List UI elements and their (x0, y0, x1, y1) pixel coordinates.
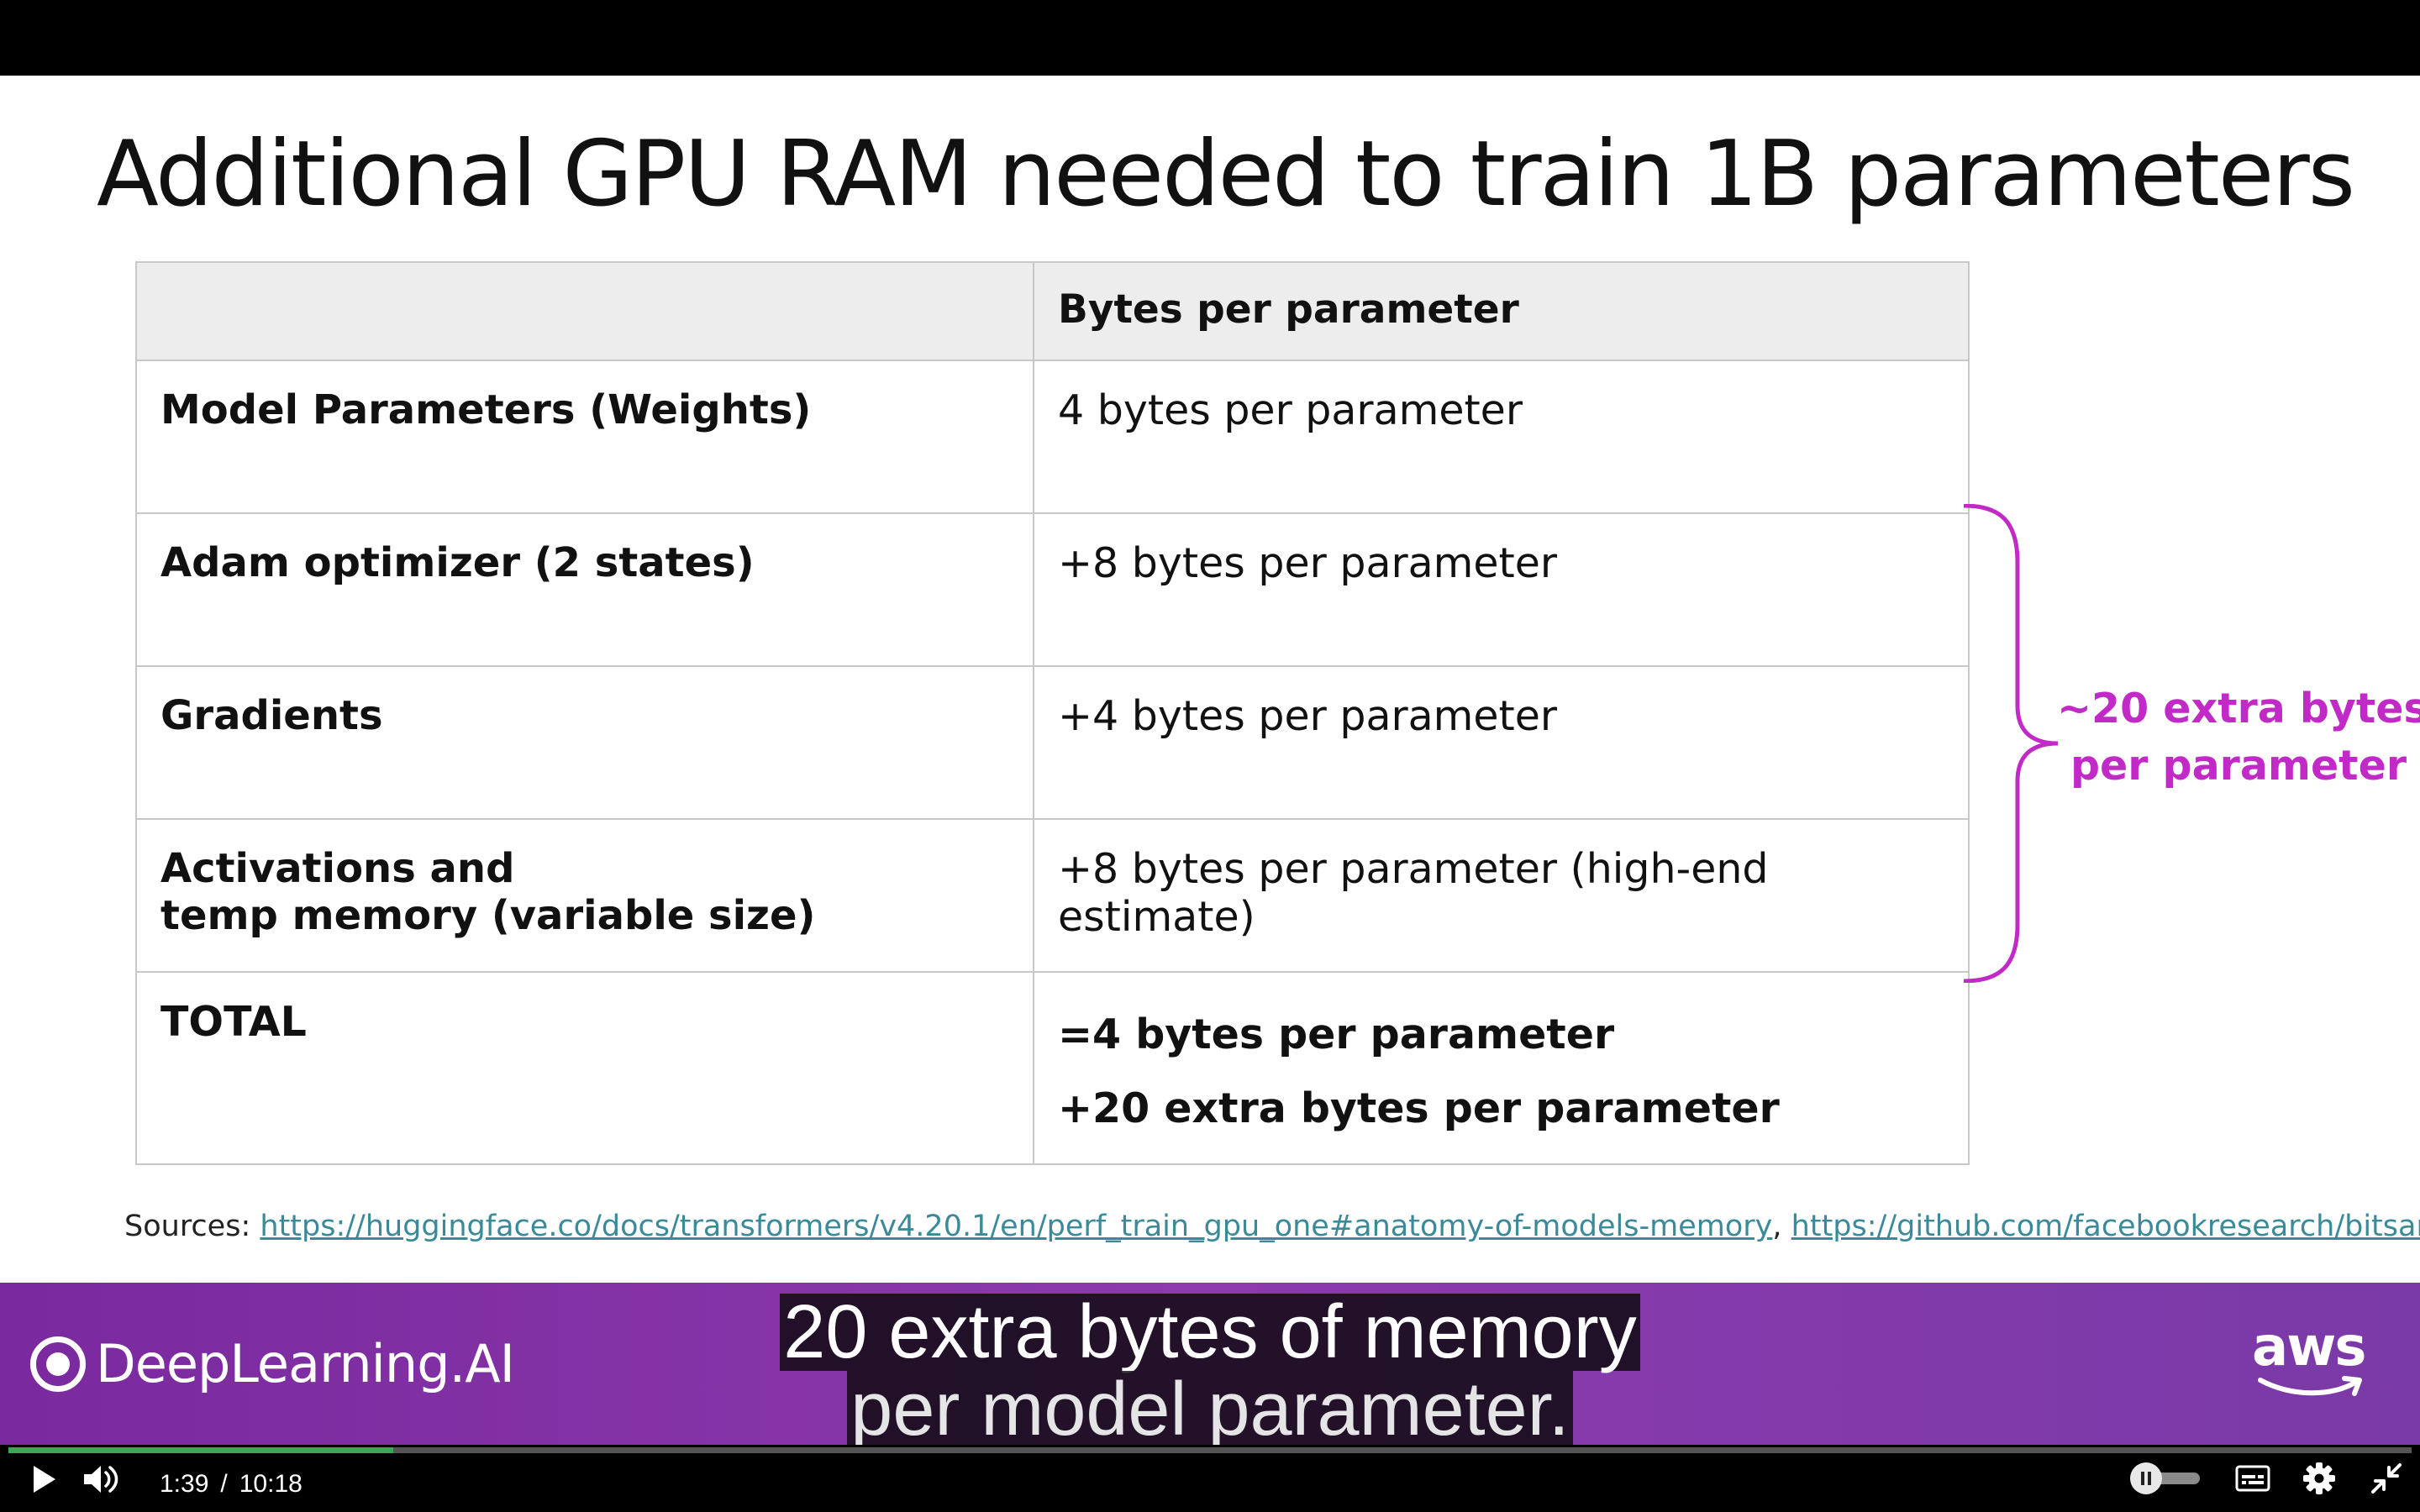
source-link-github[interactable]: https://github.com/facebookresearch/bits… (1791, 1210, 2420, 1243)
volume-icon[interactable] (82, 1463, 121, 1495)
captions-icon[interactable] (2235, 1465, 2270, 1494)
subtitles: 20 extra bytes of memory per model param… (0, 1294, 2420, 1448)
table-row: Activations and temp memory (variable si… (135, 818, 1970, 973)
total-label: TOTAL (135, 971, 1034, 1165)
curly-brace-icon (1963, 504, 2059, 983)
exit-fullscreen-icon[interactable] (2370, 1462, 2403, 1495)
letterbox-top (0, 0, 2420, 76)
sources-separator: , (1772, 1210, 1782, 1243)
table-header-bytes: Bytes per parameter (1033, 261, 1970, 361)
player-controls: 1:39 / 10:18 (0, 1445, 2420, 1512)
table-row: Gradients +4 bytes per parameter (135, 665, 1970, 820)
time-separator: / (220, 1470, 228, 1498)
extra-bytes-label: ~20 extra bytes per parameter (2057, 685, 2420, 790)
caption-line-2: per model parameter. (847, 1371, 1573, 1448)
memory-table: Bytes per parameter Model Parameters (We… (135, 261, 1970, 1165)
row-label: Gradients (135, 665, 1034, 820)
row-label: Activations and temp memory (variable si… (135, 818, 1034, 973)
table-header-empty (135, 261, 1034, 361)
row-value: +8 bytes per parameter (1033, 512, 1970, 667)
table-header-row: Bytes per parameter (135, 261, 1970, 361)
caption-line-1: 20 extra bytes of memory (780, 1294, 1640, 1371)
row-label: Adam optimizer (2 states) (135, 512, 1034, 667)
current-time: 1:39 (160, 1470, 209, 1498)
row-value: +4 bytes per parameter (1033, 665, 1970, 820)
table-row: Model Parameters (Weights) 4 bytes per p… (135, 360, 1970, 514)
progress-bar[interactable] (8, 1447, 2412, 1453)
duration: 10:18 (239, 1470, 302, 1498)
slide: Additional GPU RAM needed to train 1B pa… (0, 76, 2420, 1283)
row-value: +8 bytes per parameter (high-end estimat… (1033, 818, 1970, 973)
table-row: Adam optimizer (2 states) +8 bytes per p… (135, 512, 1970, 667)
sources: Sources: https://huggingface.co/docs/tra… (124, 1210, 2420, 1243)
play-icon[interactable] (29, 1463, 59, 1495)
row-value: 4 bytes per parameter (1033, 360, 1970, 514)
source-link-huggingface[interactable]: https://huggingface.co/docs/transformers… (260, 1210, 1772, 1243)
total-row: TOTAL =4 bytes per parameter +20 extra b… (135, 971, 1970, 1165)
time-display: 1:39 / 10:18 (160, 1470, 302, 1499)
settings-icon[interactable] (2302, 1462, 2336, 1495)
total-value: =4 bytes per parameter +20 extra bytes p… (1033, 971, 1970, 1165)
progress-fill (8, 1447, 393, 1453)
sources-label: Sources: (124, 1210, 251, 1243)
row-label: Model Parameters (Weights) (135, 360, 1034, 514)
slide-title: Additional GPU RAM needed to train 1B pa… (97, 122, 2355, 227)
autoplay-toggle-icon[interactable] (2129, 1462, 2205, 1495)
